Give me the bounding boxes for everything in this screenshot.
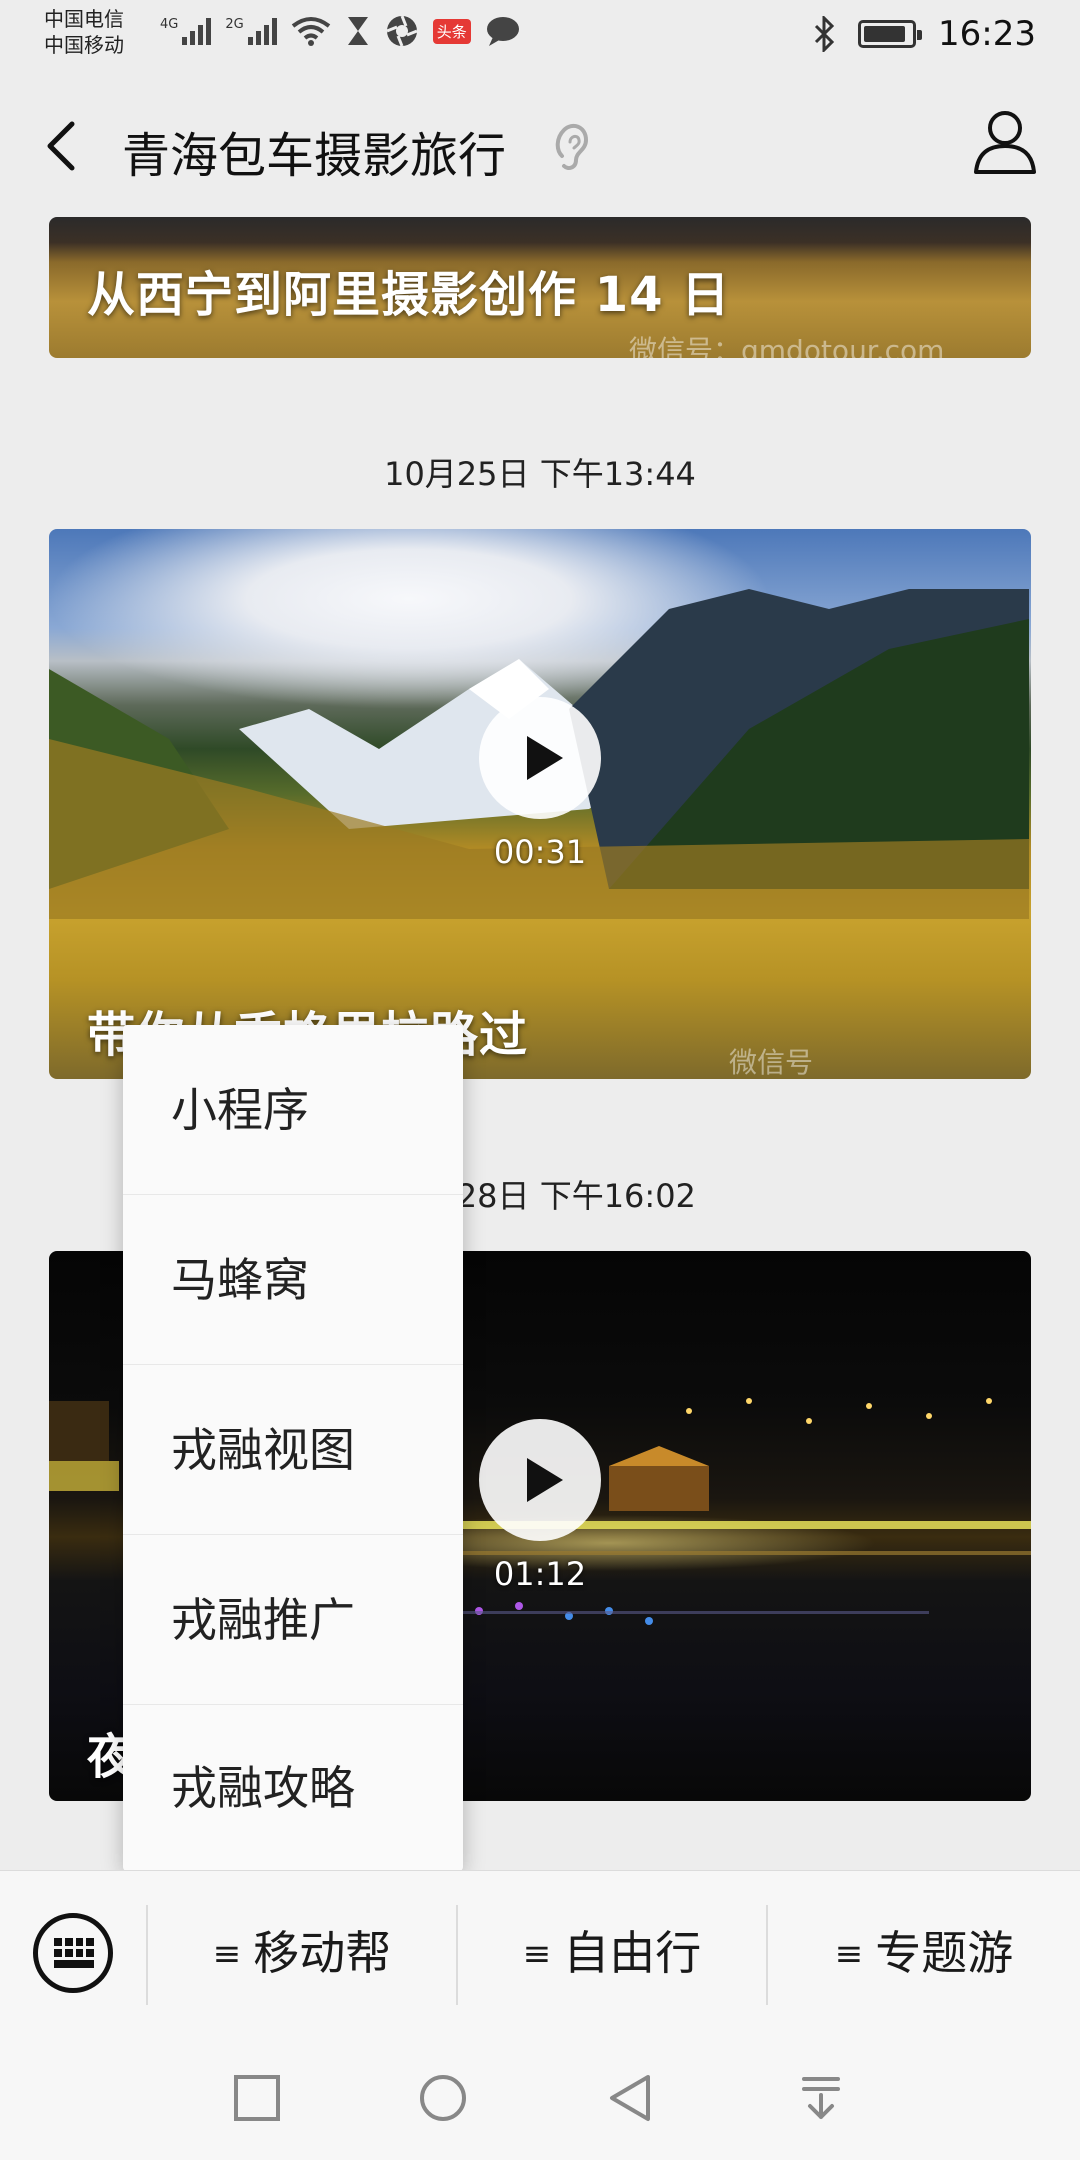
triangle-back-icon[interactable] bbox=[606, 2073, 656, 2123]
watermark: 微信号：qmdotour.com bbox=[629, 334, 945, 358]
status-right: 16:23 bbox=[812, 14, 1036, 54]
circle-icon[interactable] bbox=[418, 2073, 468, 2123]
person-icon[interactable] bbox=[970, 106, 1040, 176]
battery-level bbox=[864, 26, 906, 42]
title-bar: 青海包车摄影旅行 bbox=[0, 72, 1080, 217]
submenu-item[interactable]: 小程序 bbox=[123, 1025, 463, 1195]
page-title: 青海包车摄影旅行 bbox=[122, 128, 507, 184]
video-duration: 00:31 bbox=[493, 833, 587, 871]
play-button[interactable] bbox=[479, 1419, 601, 1541]
status-bar: 中国电信 中国移动 4G 2G 头条 16:23 bbox=[0, 0, 1080, 72]
battery-icon bbox=[858, 20, 923, 48]
menu-list-icon: ≡ bbox=[212, 1934, 242, 1974]
chevron-left-icon[interactable] bbox=[38, 110, 98, 180]
wifi-icon bbox=[291, 17, 330, 46]
chat-bubble-icon bbox=[486, 17, 519, 46]
signal-2g-icon: 2G bbox=[225, 17, 277, 45]
carrier-info: 中国电信 中国移动 bbox=[44, 6, 124, 58]
keyboard-icon[interactable] bbox=[33, 1913, 113, 1993]
carrier-2: 中国移动 bbox=[44, 33, 124, 57]
toutiao-badge: 头条 bbox=[432, 18, 471, 44]
submenu-item[interactable]: 马蜂窝 bbox=[123, 1195, 463, 1365]
article-caption: 从西宁到阿里摄影创作 14 日 bbox=[87, 267, 731, 323]
timestamp: 10月25日 下午13:44 bbox=[384, 455, 696, 493]
clock: 16:23 bbox=[938, 14, 1036, 54]
network-type-1: 4G bbox=[160, 17, 179, 32]
menu-tab-label: 自由行 bbox=[563, 1926, 702, 1980]
download-arrow-icon[interactable] bbox=[796, 2073, 846, 2123]
article-card[interactable]: 从西宁到阿里摄影创作 14 日 微信号：qmdotour.com bbox=[49, 217, 1031, 358]
watermark: 微信号 bbox=[729, 1046, 814, 1079]
signal-4g-icon: 4G bbox=[160, 17, 212, 45]
menu-tab-free-travel[interactable]: ≡ 自由行 bbox=[458, 1871, 766, 2036]
hourglass-icon bbox=[347, 17, 368, 45]
aperture-icon bbox=[386, 15, 418, 47]
status-icons: 4G 2G 头条 bbox=[160, 14, 521, 48]
menu-list-icon: ≡ bbox=[834, 1934, 864, 1974]
menu-tab-mobile-help[interactable]: ≡ 移动帮 bbox=[148, 1871, 456, 2036]
network-type-2: 2G bbox=[225, 17, 244, 32]
square-icon[interactable] bbox=[232, 2073, 282, 2123]
carrier-1: 中国电信 bbox=[44, 7, 124, 31]
system-nav-bar bbox=[0, 2035, 1080, 2160]
submenu-item[interactable]: 戎融视图 bbox=[123, 1365, 463, 1535]
ear-icon bbox=[555, 123, 589, 170]
play-button[interactable] bbox=[479, 697, 601, 819]
menu-list-icon: ≡ bbox=[522, 1934, 552, 1974]
video-card[interactable]: 00:31 带你从香格里拉路过 微信号 bbox=[49, 529, 1031, 1079]
submenu-popup: 小程序 马蜂窝 戎融视图 戎融推广 戎融攻略 bbox=[123, 1025, 463, 1871]
menu-tab-label: 专题游 bbox=[875, 1926, 1014, 1980]
official-account-menu: ≡ 移动帮 ≡ 自由行 ≡ 专题游 bbox=[0, 1870, 1080, 2035]
bluetooth-icon bbox=[814, 16, 835, 52]
submenu-item[interactable]: 戎融推广 bbox=[123, 1535, 463, 1705]
menu-tab-theme-tour[interactable]: ≡ 专题游 bbox=[768, 1871, 1080, 2036]
submenu-item[interactable]: 戎融攻略 bbox=[123, 1705, 463, 1871]
menu-tab-label: 移动帮 bbox=[253, 1926, 392, 1980]
